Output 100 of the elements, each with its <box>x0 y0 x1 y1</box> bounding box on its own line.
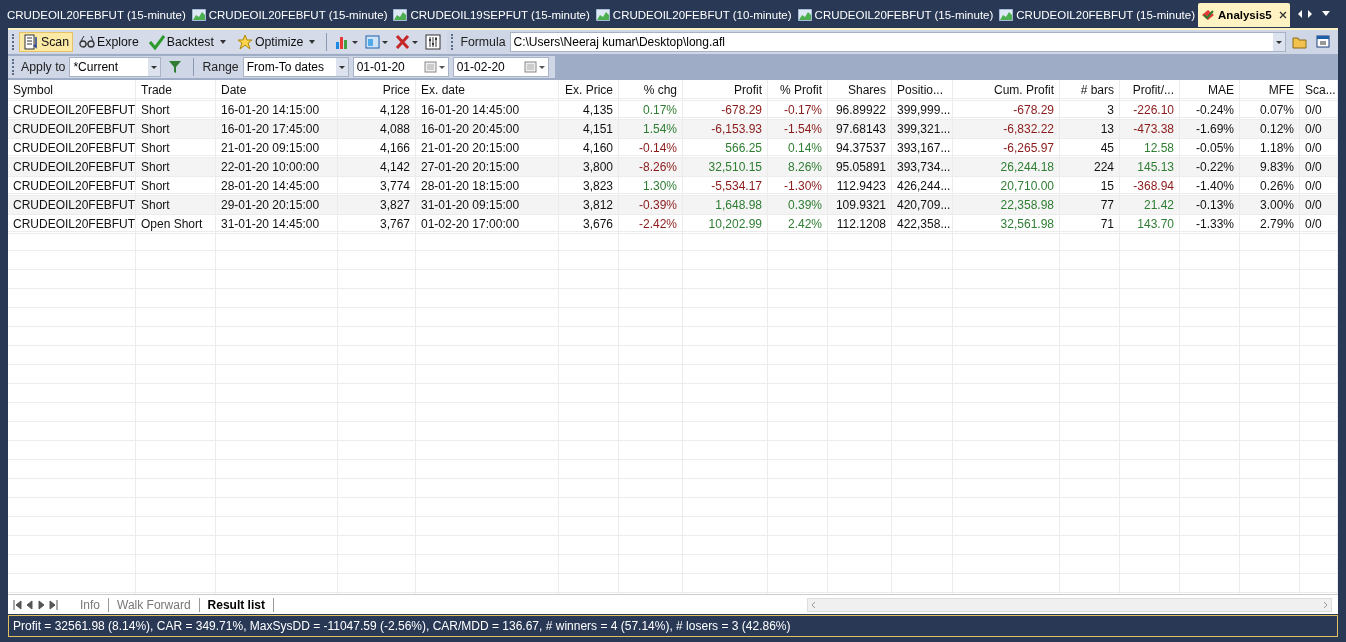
table-cell: 16-01-20 17:45:00 <box>216 120 338 139</box>
range-label: Range <box>202 60 239 74</box>
sheet-tab[interactable]: Walk Forward <box>109 597 200 612</box>
table-cell: Open Short <box>136 215 216 234</box>
table-cell: -1.54% <box>768 120 828 139</box>
table-cell: 399,321... <box>892 120 953 139</box>
column-header[interactable]: Trade <box>136 80 216 101</box>
document-tab[interactable]: CRUDEOIL20FEBFUT (15-minute) <box>4 3 189 27</box>
column-header[interactable]: Price <box>338 80 416 101</box>
table-cell: 3,676 <box>559 215 619 234</box>
sheet-tab[interactable]: Info <box>72 597 109 612</box>
date-field[interactable]: 01-02-20 <box>452 57 549 77</box>
column-header[interactable]: Ex. date <box>416 80 559 101</box>
table-cell: CRUDEOIL20FEBFUT <box>8 158 136 177</box>
table-cell: 9.83% <box>1240 158 1300 177</box>
table-cell: 10,202.99 <box>683 215 768 234</box>
formula-field[interactable]: C:\Users\Neeraj kumar\Desktop\long.afl <box>509 32 1286 52</box>
toolbar-button[interactable]: Backtest <box>144 32 231 52</box>
table-cell: 22,358.98 <box>953 196 1060 215</box>
table-cell: 0/0 <box>1300 120 1338 139</box>
table-cell: 0/0 <box>1300 196 1338 215</box>
table-cell: Short <box>136 120 216 139</box>
table-cell: 4,142 <box>338 158 416 177</box>
apply-to-label: Apply to <box>21 60 66 74</box>
table-cell: Short <box>136 158 216 177</box>
column-header[interactable]: Profit <box>683 80 768 101</box>
table-cell: 21.42 <box>1120 196 1180 215</box>
table-cell: 0.12% <box>1240 120 1300 139</box>
table-cell: 143.70 <box>1120 215 1180 234</box>
date-field[interactable]: 01-01-20 <box>352 57 449 77</box>
table-cell: -0.22% <box>1180 158 1240 177</box>
document-tab[interactable]: CRUDEOIL19SEPFUT (15-minute) <box>390 3 593 27</box>
column-header[interactable]: MFE <box>1240 80 1300 101</box>
column-header[interactable]: # bars <box>1060 80 1120 101</box>
table-cell: 109.9321 <box>828 196 892 215</box>
table-cell: 0/0 <box>1300 215 1338 234</box>
table-cell: 145.13 <box>1120 158 1180 177</box>
table-cell: 31-01-20 14:45:00 <box>216 215 338 234</box>
status-text: Profit = 32561.98 (8.14%), CAR = 349.71%, MaxSysDD = -11047.59 (-2.56%), CAR/MDD = 136.67, # winners = 4 (57.14%), # losers = 3 (42.86%) <box>13 619 791 633</box>
table-cell: 27-01-20 20:15:00 <box>416 158 559 177</box>
table-cell: -6,153.93 <box>683 120 768 139</box>
table-cell: 112.1208 <box>828 215 892 234</box>
toolbar-button[interactable]: Explore <box>75 32 143 52</box>
table-cell: 77 <box>1060 196 1120 215</box>
table-cell: 1.54% <box>619 120 683 139</box>
column-header[interactable]: Profit/... <box>1120 80 1180 101</box>
table-cell: 3,812 <box>559 196 619 215</box>
table-cell: CRUDEOIL20FEBFUT <box>8 215 136 234</box>
table-cell: CRUDEOIL20FEBFUT <box>8 120 136 139</box>
table-cell: 71 <box>1060 215 1120 234</box>
table-cell: 31-01-20 09:15:00 <box>416 196 559 215</box>
column-header[interactable]: MAE <box>1180 80 1240 101</box>
column-header[interactable]: Symbol <box>8 80 136 101</box>
sheet-tab[interactable]: Result list <box>199 597 274 612</box>
column-header[interactable]: % chg <box>619 80 683 101</box>
document-tab[interactable]: CRUDEOIL20FEBFUT (15-minute) <box>794 3 997 27</box>
table-cell: 420,709... <box>892 196 953 215</box>
table-cell: 16-01-20 20:45:00 <box>416 120 559 139</box>
table-cell: 26,244.18 <box>953 158 1060 177</box>
table-cell: -473.38 <box>1120 120 1180 139</box>
table-cell: 01-02-20 17:00:00 <box>416 215 559 234</box>
table-cell: 422,358... <box>892 215 953 234</box>
table-cell: -1.69% <box>1180 120 1240 139</box>
table-cell: -2.42% <box>619 215 683 234</box>
table-cell: 2.42% <box>768 215 828 234</box>
apply-to-dropdown[interactable]: *Current <box>69 57 162 77</box>
formula-label: Formula <box>460 35 506 49</box>
document-tab[interactable]: CRUDEOIL20FEBFUT (15-minute) <box>996 3 1199 27</box>
column-header[interactable]: Cum. Profit <box>953 80 1060 101</box>
column-header[interactable]: Date <box>216 80 338 101</box>
range-dropdown[interactable]: From-To dates <box>242 57 349 77</box>
column-header[interactable]: Shares <box>828 80 892 101</box>
column-header[interactable]: Sca... <box>1300 80 1338 101</box>
table-cell: 8.26% <box>768 158 828 177</box>
table-cell: -0.13% <box>1180 196 1240 215</box>
table-cell: 97.68143 <box>828 120 892 139</box>
table-cell: 0/0 <box>1300 158 1338 177</box>
table-cell: 95.05891 <box>828 158 892 177</box>
table-cell: 224 <box>1060 158 1120 177</box>
table-cell: 3,800 <box>559 158 619 177</box>
table-cell: 32,510.15 <box>683 158 768 177</box>
column-header[interactable]: Ex. Price <box>559 80 619 101</box>
toolbar-button[interactable]: Optimize <box>232 32 321 52</box>
toolbar-button[interactable]: Scan <box>19 32 74 52</box>
table-cell: 13 <box>1060 120 1120 139</box>
column-header[interactable]: % Profit <box>768 80 828 101</box>
table-cell: Short <box>136 196 216 215</box>
table-cell: 2.79% <box>1240 215 1300 234</box>
table-cell: 3,827 <box>338 196 416 215</box>
table-cell: 4,088 <box>338 120 416 139</box>
table-cell: 393,734... <box>892 158 953 177</box>
document-tab[interactable]: CRUDEOIL20FEBFUT (15-minute) <box>188 3 391 27</box>
table-cell: 1,648.98 <box>683 196 768 215</box>
table-cell: -0.39% <box>619 196 683 215</box>
table-cell: 29-01-20 20:15:00 <box>216 196 338 215</box>
table-cell: -8.26% <box>619 158 683 177</box>
column-header[interactable]: Positio... <box>892 80 953 101</box>
document-tab[interactable]: Analysis5 <box>1198 3 1290 27</box>
document-tab[interactable]: CRUDEOIL20FEBFUT (10-minute) <box>592 3 795 27</box>
table-cell: -1.33% <box>1180 215 1240 234</box>
